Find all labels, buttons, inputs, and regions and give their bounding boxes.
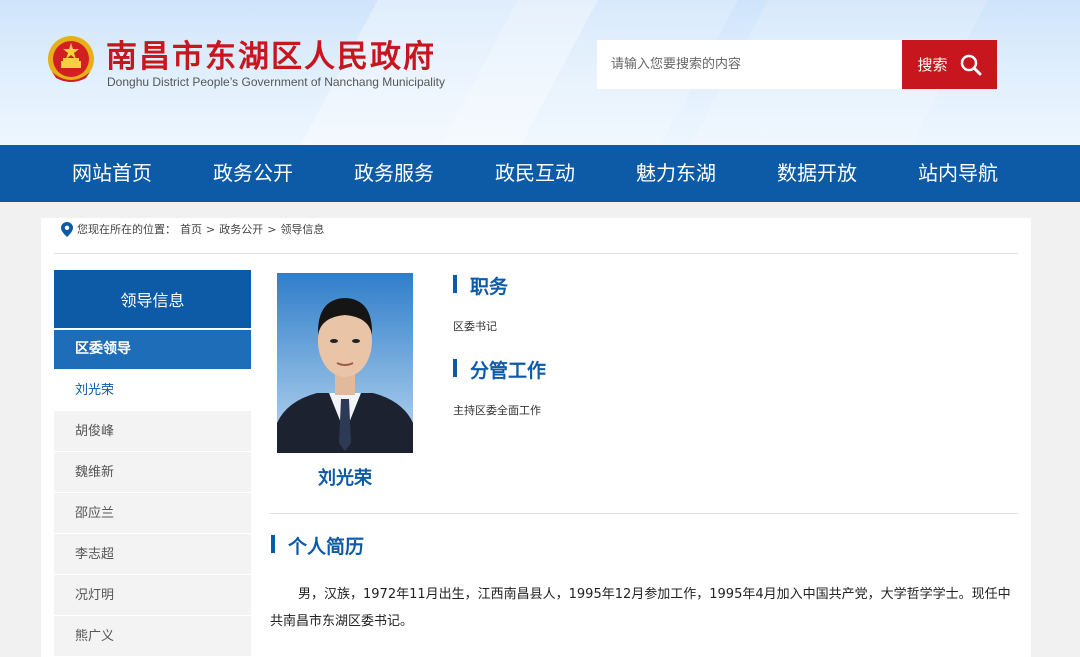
nav-item-open-data[interactable]: 数据开放 (777, 145, 857, 202)
position-heading: 职务 (453, 272, 508, 299)
leader-name: 刘光荣 (318, 468, 372, 489)
duty-heading: 分管工作 (453, 356, 546, 383)
position-text: 区委书记 (453, 320, 497, 333)
sidebar-item-li-zhichao[interactable]: 李志超 (54, 534, 251, 575)
national-emblem-icon (48, 36, 94, 82)
breadcrumb-leaders[interactable]: 领导信息 (280, 221, 324, 237)
duty-text: 主持区委全面工作 (453, 404, 541, 417)
sidebar-item-shao-yinglan[interactable]: 邵应兰 (54, 493, 251, 534)
site-subtitle: Donghu District People’s Government of N… (107, 75, 445, 89)
breadcrumb: 您现在所在的位置： 首页 > 政务公开 > 领导信息 (61, 218, 324, 240)
sidebar-list: 刘光荣 胡俊峰 魏维新 邵应兰 李志超 况灯明 熊广义 (54, 370, 251, 657)
search-button[interactable]: 搜索 (902, 40, 997, 89)
location-pin-icon (61, 221, 73, 237)
main-nav: 网站首页 政务公开 政务服务 政民互动 魅力东湖 数据开放 站内导航 (0, 145, 1080, 202)
sidebar-item-liu-guangrong[interactable]: 刘光荣 (54, 370, 251, 411)
search-input[interactable] (597, 40, 903, 89)
search-button-label: 搜索 (917, 56, 948, 74)
sidebar-item-hu-junfeng[interactable]: 胡俊峰 (54, 411, 251, 452)
bio-text: 男，汉族，1972年11月出生，江西南昌县人，1995年12月参加工作，1995… (270, 587, 1011, 629)
sidebar-item-wei-weixin[interactable]: 魏维新 (54, 452, 251, 493)
site-title: 南昌市东湖区人民政府 (106, 39, 436, 75)
breadcrumb-separator: > (267, 222, 277, 236)
breadcrumb-prefix: 您现在所在的位置： (77, 223, 176, 236)
nav-item-site-map[interactable]: 站内导航 (918, 145, 998, 202)
breadcrumb-home[interactable]: 首页 (180, 221, 202, 237)
nav-item-gov-services[interactable]: 政务服务 (354, 145, 434, 202)
nav-item-home[interactable]: 网站首页 (72, 145, 152, 202)
bio-heading: 个人简历 (271, 532, 364, 559)
sidebar-category[interactable]: 区委领导 (54, 330, 251, 369)
nav-item-interaction[interactable]: 政民互动 (495, 145, 575, 202)
sidebar-heading: 领导信息 (54, 270, 251, 328)
profile-divider (269, 513, 1018, 514)
breadcrumb-divider (54, 253, 1018, 254)
nav-item-gov-affairs[interactable]: 政务公开 (213, 145, 293, 202)
breadcrumb-gov-affairs[interactable]: 政务公开 (219, 221, 263, 237)
nav-item-charm-donghu[interactable]: 魅力东湖 (636, 145, 716, 202)
leader-photo (277, 273, 413, 453)
site-header: 南昌市东湖区人民政府 Donghu District People’s Gove… (0, 0, 1080, 145)
sidebar-item-kuang-dengming[interactable]: 况灯明 (54, 575, 251, 616)
sidebar-item-xiong-guangyi[interactable]: 熊广义 (54, 616, 251, 657)
breadcrumb-separator: > (206, 222, 216, 236)
search-icon (960, 54, 981, 75)
